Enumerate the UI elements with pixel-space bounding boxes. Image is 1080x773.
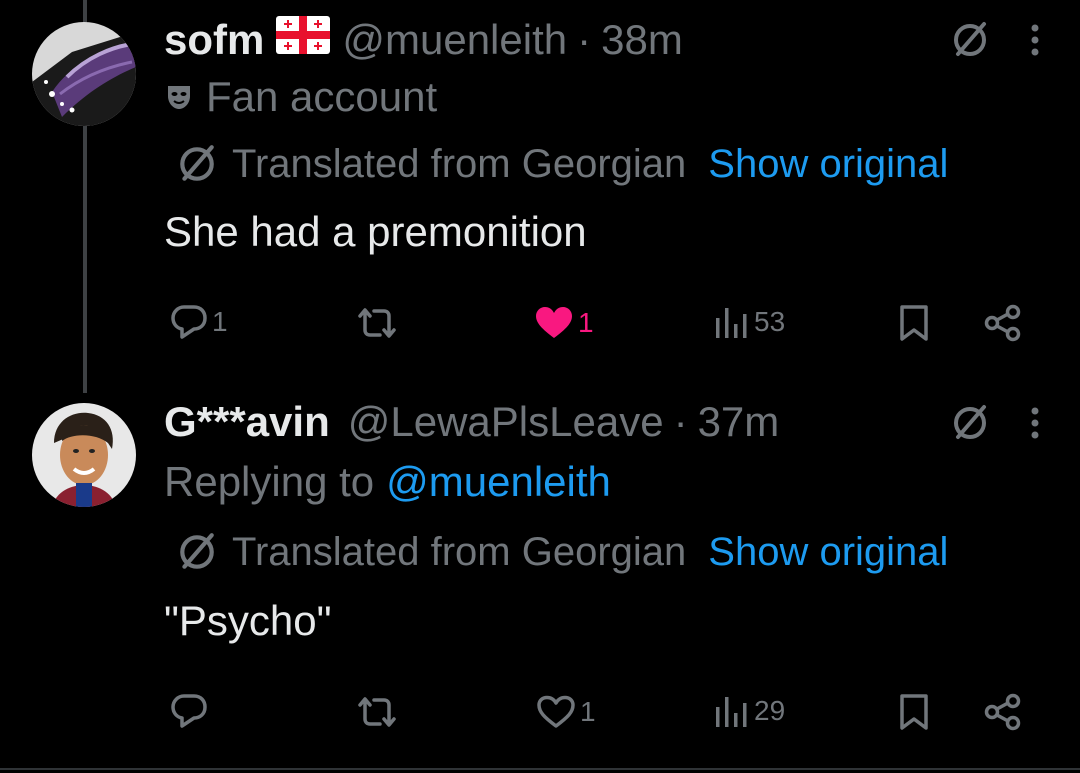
more-options-icon[interactable]	[1030, 22, 1040, 63]
show-original-link[interactable]: Show original	[708, 142, 948, 187]
share-icon	[984, 304, 1021, 342]
translation-notice: Translated from Georgian Show original	[176, 140, 948, 188]
heart-outline-icon	[537, 695, 575, 728]
translate-icon	[176, 531, 218, 573]
more-options-icon[interactable]	[1030, 405, 1040, 446]
view-count: 29	[754, 695, 786, 726]
reply-icon	[171, 305, 207, 339]
retweet-button[interactable]	[356, 306, 402, 340]
reply-button[interactable]: 1	[170, 304, 228, 340]
timestamp[interactable]: 37m	[698, 398, 780, 446]
share-button[interactable]	[984, 693, 1022, 731]
account-label: Fan account	[164, 73, 437, 121]
translate-icon[interactable]	[950, 403, 990, 448]
bookmark-button[interactable]	[898, 693, 930, 731]
replying-to: Replying to @muenleith	[164, 457, 611, 507]
timestamp[interactable]: 38m	[601, 16, 683, 64]
tweet-text: She had a premonition	[164, 208, 587, 255]
action-bar: 1 29	[164, 687, 1034, 737]
display-name[interactable]: G***avin	[164, 398, 330, 446]
reply-button[interactable]	[170, 693, 212, 729]
user-handle[interactable]: @muenleith	[342, 16, 567, 64]
translate-icon[interactable]	[950, 20, 990, 65]
avatar[interactable]	[32, 403, 136, 507]
tweet-text: "Psycho"	[164, 597, 332, 644]
replying-to-label: Replying to	[164, 458, 375, 505]
avatar[interactable]	[32, 22, 136, 126]
views-button[interactable]: 29	[714, 693, 785, 729]
view-count: 53	[754, 306, 786, 337]
tweet-1[interactable]: sofm @muenleith · 38m Fan account Transl…	[0, 0, 1080, 380]
views-button[interactable]: 53	[714, 304, 785, 340]
retweet-button[interactable]	[356, 695, 402, 729]
translated-label: Translated from Georgian	[232, 529, 687, 574]
views-icon	[716, 697, 747, 727]
divider	[0, 768, 1080, 770]
georgia-flag-icon	[276, 16, 331, 64]
views-icon	[716, 308, 747, 338]
tweet-2[interactable]: G***avin @LewaPlsLeave · 37m Replying to…	[0, 385, 1080, 765]
bookmark-icon	[900, 305, 928, 341]
dot-separator: ·	[577, 16, 592, 63]
tweet-header: G***avin @LewaPlsLeave · 37m	[164, 397, 779, 447]
retweet-icon	[358, 308, 396, 338]
retweet-icon	[358, 697, 396, 727]
translate-icon	[176, 143, 218, 185]
like-count: 1	[578, 307, 594, 338]
mask-icon	[164, 82, 194, 112]
tweet-header: sofm @muenleith · 38m	[164, 15, 683, 65]
like-count: 1	[580, 696, 596, 727]
fan-account-label: Fan account	[206, 73, 438, 120]
share-icon	[984, 693, 1021, 731]
bookmark-button[interactable]	[898, 304, 930, 342]
user-handle[interactable]: @LewaPlsLeave	[348, 398, 664, 446]
heart-filled-icon	[536, 307, 572, 338]
like-button[interactable]: 1	[534, 306, 594, 340]
bookmark-icon	[900, 694, 928, 730]
dot-separator: ·	[673, 398, 688, 445]
like-button[interactable]: 1	[536, 695, 596, 729]
replying-to-handle-link[interactable]: @muenleith	[386, 458, 611, 506]
share-button[interactable]	[984, 304, 1022, 342]
translation-notice: Translated from Georgian Show original	[176, 528, 948, 576]
display-name[interactable]: sofm	[164, 16, 264, 64]
reply-icon	[171, 694, 207, 728]
translated-label: Translated from Georgian	[232, 141, 687, 186]
reply-count: 1	[212, 306, 228, 337]
show-original-link[interactable]: Show original	[708, 530, 948, 575]
action-bar: 1 1 53	[164, 298, 1034, 348]
